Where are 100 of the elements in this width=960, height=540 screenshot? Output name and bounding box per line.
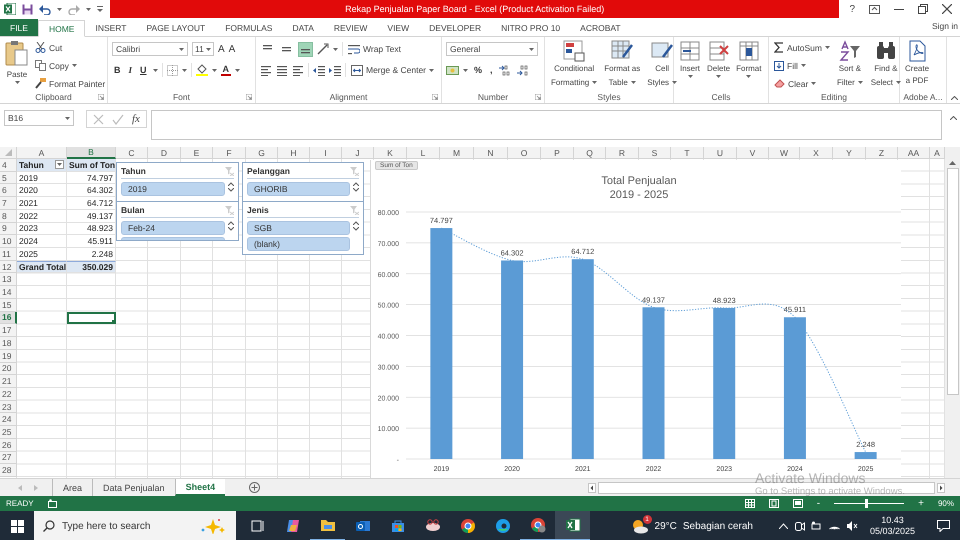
font-size-dropdown[interactable]: 11	[192, 42, 214, 56]
column-header[interactable]: P	[541, 147, 574, 159]
number-format-dropdown[interactable]: General	[446, 42, 538, 56]
column-header[interactable]: B	[67, 147, 116, 159]
row-header[interactable]: 19	[0, 350, 17, 362]
ribbon-tab[interactable]: DATA	[282, 19, 324, 36]
bold-button[interactable]: B	[112, 65, 122, 75]
column-header[interactable]: S	[639, 147, 671, 159]
ribbon-tab[interactable]: FORMULAS	[215, 19, 282, 36]
column-header[interactable]: M	[440, 147, 474, 159]
active-cell[interactable]	[67, 312, 116, 324]
column-header[interactable]: F	[213, 147, 246, 159]
zoom-in-button[interactable]: +	[918, 498, 924, 508]
sheet-tab[interactable]: Sheet4	[174, 479, 226, 496]
shrink-font-button[interactable]: A	[228, 44, 236, 54]
percent-button[interactable]: %	[472, 65, 484, 75]
row-header[interactable]: 4	[0, 159, 17, 172]
column-header[interactable]: AA	[898, 147, 930, 159]
column-header[interactable]: Q	[574, 147, 606, 159]
column-header[interactable]: O	[508, 147, 541, 159]
row-header[interactable]: 15	[0, 298, 17, 312]
create-pdf-button[interactable]: Create a PDF	[904, 40, 930, 86]
slicer-item[interactable]: (blank)	[247, 237, 350, 251]
row-header[interactable]: 5	[0, 172, 17, 184]
ribbon-tab[interactable]: ACROBAT	[570, 19, 631, 36]
font-name-dropdown[interactable]: Calibri	[112, 42, 188, 56]
row-header[interactable]: 9	[0, 222, 17, 236]
column-header[interactable]: A	[930, 147, 945, 159]
column-header[interactable]: U	[704, 147, 737, 159]
cut-button[interactable]: Cut	[34, 40, 106, 55]
cells-button[interactable]: Delete	[706, 40, 732, 78]
insert-function-button[interactable]: fx	[132, 113, 140, 125]
italic-button[interactable]: I	[126, 65, 134, 75]
merge-center-button[interactable]: Merge & Center	[350, 62, 435, 78]
row-header[interactable]: 22	[0, 388, 17, 401]
style-button[interactable]: Conditional Formatting	[549, 40, 600, 90]
cells-button[interactable]: Insert	[678, 40, 702, 78]
column-header[interactable]: N	[474, 147, 508, 159]
row-header[interactable]: 13	[0, 273, 17, 286]
format-painter-button[interactable]: Format Painter	[34, 76, 106, 91]
style-button[interactable]: Format as Table	[603, 40, 642, 90]
row-header[interactable]: 11	[0, 248, 17, 261]
column-header[interactable]: I	[310, 147, 342, 159]
style-button[interactable]: Cell Styles	[645, 40, 680, 90]
row-header[interactable]: 28	[0, 464, 17, 477]
zoom-slider-thumb[interactable]	[864, 499, 868, 508]
column-header[interactable]: Z	[866, 147, 898, 159]
autosum-button[interactable]: AutoSum	[773, 40, 831, 55]
column-header[interactable]: W	[769, 147, 800, 159]
font-color-button[interactable]: A	[220, 64, 232, 76]
row-header[interactable]: 20	[0, 362, 17, 376]
file-tab[interactable]: FILE	[0, 19, 38, 36]
ribbon-tab[interactable]: PAGE LAYOUT	[136, 19, 216, 36]
slicer-item[interactable]: SGB	[247, 221, 350, 235]
column-header[interactable]: C	[116, 147, 148, 159]
wrap-text-button[interactable]: Wrap Text	[347, 42, 402, 56]
column-header[interactable]: D	[148, 147, 181, 159]
column-header[interactable]: X	[800, 147, 833, 159]
row-header[interactable]: 12	[0, 260, 17, 274]
row-header[interactable]: 8	[0, 210, 17, 223]
row-header[interactable]: 25	[0, 426, 17, 439]
zoom-out-button[interactable]: -	[816, 498, 820, 508]
row-header[interactable]: 14	[0, 286, 17, 299]
underline-button[interactable]: U	[138, 65, 149, 75]
formula-input[interactable]	[150, 110, 942, 140]
column-header[interactable]: G	[246, 147, 278, 159]
row-header[interactable]: 27	[0, 452, 17, 464]
row-header[interactable]: 17	[0, 324, 17, 338]
filter-button[interactable]	[55, 160, 64, 170]
ribbon-tab[interactable]: HOME	[38, 20, 86, 37]
row-header[interactable]: 7	[0, 197, 17, 210]
ribbon-tab[interactable]: NITRO PRO 10	[491, 19, 570, 36]
column-header[interactable]: E	[181, 147, 213, 159]
row-header[interactable]: 6	[0, 184, 17, 198]
column-header[interactable]: Y	[833, 147, 866, 159]
ribbon-tab[interactable]: INSERT	[85, 19, 136, 36]
row-header[interactable]: 10	[0, 235, 17, 248]
row-header[interactable]: 16	[0, 312, 17, 324]
zoom-slider[interactable]	[834, 499, 904, 508]
editing-button[interactable]: Find & Select	[868, 40, 903, 90]
sign-in-link[interactable]: Sign in	[932, 20, 960, 34]
cells-button[interactable]: Format	[735, 40, 762, 78]
row-header[interactable]: 23	[0, 400, 17, 414]
grow-font-button[interactable]: A	[218, 44, 225, 54]
column-header[interactable]: J	[342, 147, 374, 159]
comma-button[interactable]: ,	[488, 65, 495, 75]
column-header[interactable]: V	[737, 147, 769, 159]
ribbon-tab[interactable]: REVIEW	[324, 19, 378, 36]
column-header[interactable]: H	[278, 147, 310, 159]
scrollbar-thumb[interactable]	[946, 168, 958, 395]
column-header[interactable]: K	[374, 147, 407, 159]
slicer-item[interactable]: 2019	[121, 182, 225, 196]
search-field[interactable]: Type here to search	[34, 511, 236, 540]
vertical-align-button[interactable]	[298, 42, 313, 56]
name-box[interactable]: B16	[4, 110, 74, 126]
slicer-item[interactable]: Feb-24	[121, 221, 225, 235]
column-header[interactable]: T	[671, 147, 704, 159]
row-header[interactable]: 24	[0, 413, 17, 426]
copy-button[interactable]: Copy	[34, 58, 106, 73]
column-header[interactable]: L	[407, 147, 440, 159]
